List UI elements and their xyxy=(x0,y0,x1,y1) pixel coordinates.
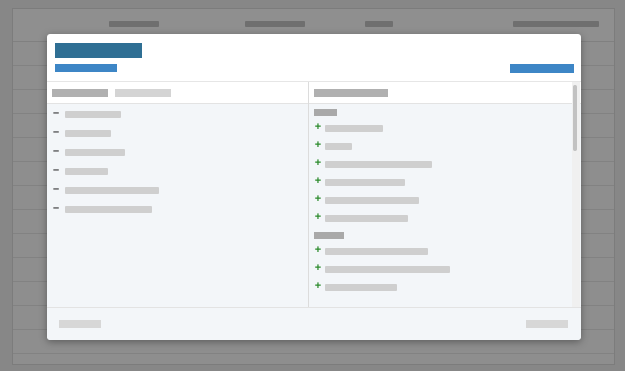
list-item: – xyxy=(47,201,308,215)
list-item-label xyxy=(65,168,108,175)
list-item: + xyxy=(309,156,581,170)
right-panel-scrollbar[interactable] xyxy=(572,82,580,307)
modal-footer xyxy=(47,307,581,340)
left-panel: – – – – – – xyxy=(47,82,309,307)
list-item-label xyxy=(325,266,450,273)
list-item-label xyxy=(325,143,352,150)
right-panel-list: + + + + + + + + + xyxy=(309,104,581,307)
remove-icon[interactable]: – xyxy=(52,201,60,215)
list-item-label xyxy=(65,149,125,156)
list-item-label xyxy=(325,215,408,222)
list-item: + xyxy=(309,192,581,206)
right-panel-header xyxy=(309,82,581,104)
modal-dialog: – – – – – – + + + + + + + + + xyxy=(47,34,581,340)
add-icon[interactable]: + xyxy=(314,210,322,224)
screen: – – – – – – + + + + + + + + + xyxy=(0,0,625,371)
left-panel-title xyxy=(52,89,108,97)
remove-icon[interactable]: – xyxy=(52,144,60,158)
list-item: + xyxy=(309,120,581,134)
remove-icon[interactable]: – xyxy=(52,163,60,177)
modal-subtitle-link[interactable] xyxy=(55,64,117,72)
add-icon[interactable]: + xyxy=(314,192,322,206)
group-heading xyxy=(314,109,337,116)
list-item-label xyxy=(325,125,383,132)
add-icon[interactable]: + xyxy=(314,120,322,134)
remove-icon[interactable]: – xyxy=(52,106,60,120)
list-item-label xyxy=(325,161,432,168)
remove-icon[interactable]: – xyxy=(52,182,60,196)
list-item-label xyxy=(65,111,121,118)
list-item-label xyxy=(65,187,159,194)
right-panel: + + + + + + + + + xyxy=(309,82,581,307)
group-heading xyxy=(314,232,344,239)
list-item: – xyxy=(47,163,308,177)
add-icon[interactable]: + xyxy=(314,279,322,293)
add-icon[interactable]: + xyxy=(314,243,322,257)
modal-title xyxy=(55,43,142,58)
list-item-label xyxy=(325,248,428,255)
list-item: + xyxy=(309,210,581,224)
left-panel-list: – – – – – – xyxy=(47,104,308,307)
list-item: + xyxy=(309,174,581,188)
list-item: + xyxy=(309,243,581,257)
list-item-label xyxy=(325,197,419,204)
list-item: + xyxy=(309,138,581,152)
list-item: – xyxy=(47,144,308,158)
list-item-label xyxy=(65,130,111,137)
remove-icon[interactable]: – xyxy=(52,125,60,139)
modal-header xyxy=(47,34,581,82)
primary-action-button[interactable] xyxy=(510,64,574,73)
left-panel-header xyxy=(47,82,308,104)
list-item: – xyxy=(47,106,308,120)
add-icon[interactable]: + xyxy=(314,261,322,275)
right-panel-title xyxy=(314,89,388,97)
list-item: – xyxy=(47,182,308,196)
list-item-label xyxy=(65,206,152,213)
add-icon[interactable]: + xyxy=(314,156,322,170)
footer-secondary-button[interactable] xyxy=(59,320,101,328)
list-item-label xyxy=(325,284,397,291)
left-panel-filter[interactable] xyxy=(115,89,171,97)
add-icon[interactable]: + xyxy=(314,138,322,152)
list-item: – xyxy=(47,125,308,139)
list-item-label xyxy=(325,179,405,186)
list-item: + xyxy=(309,261,581,275)
add-icon[interactable]: + xyxy=(314,174,322,188)
scrollbar-thumb[interactable] xyxy=(573,85,577,151)
list-item: + xyxy=(309,279,581,293)
footer-confirm-button[interactable] xyxy=(526,320,568,328)
